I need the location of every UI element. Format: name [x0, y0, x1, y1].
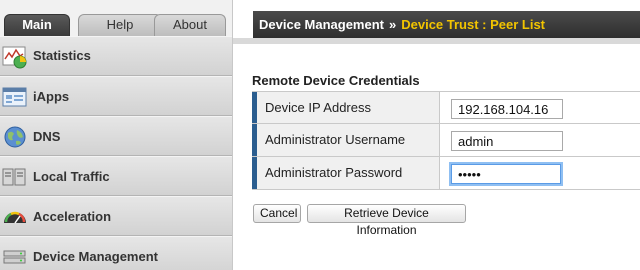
tab-help[interactable]: Help: [78, 14, 162, 36]
breadcrumb-separator: »: [389, 17, 397, 32]
form-title: Remote Device Credentials: [252, 73, 420, 88]
form-row-password: Administrator Password: [252, 157, 640, 190]
nav-item-statistics[interactable]: Statistics: [0, 36, 232, 76]
nav-label: Local Traffic: [33, 169, 110, 184]
content-area: Device Management » Device Trust : Peer Li…: [232, 0, 640, 270]
main-nav: Statistics iApps DNS Local Traffic Accel…: [0, 36, 232, 270]
nav-item-local-traffic[interactable]: Local Traffic: [0, 156, 232, 196]
field-label-ip: Device IP Address: [265, 100, 371, 115]
nav-label: Acceleration: [33, 209, 112, 224]
nav-label: Statistics: [33, 48, 91, 63]
tab-about[interactable]: About: [154, 14, 226, 36]
form-row-ip: Device IP Address: [252, 91, 640, 124]
label-cell: Administrator Username: [257, 124, 440, 156]
field-label-username: Administrator Username: [265, 132, 406, 147]
form-row-username: Administrator Username: [252, 124, 640, 157]
left-panel: Help About Main Statistics iApps DNS Loc…: [0, 0, 232, 270]
tab-main[interactable]: Main: [4, 14, 70, 36]
admin-password-input[interactable]: [451, 164, 561, 184]
nav-label: iApps: [33, 89, 70, 104]
label-cell: Administrator Password: [257, 157, 440, 189]
nav-item-device-management[interactable]: Device Management: [0, 236, 232, 270]
field-label-password: Administrator Password: [265, 165, 403, 180]
nav-label: Device Management: [33, 249, 158, 264]
header-strip: [233, 38, 640, 44]
gauge-icon: [2, 205, 28, 229]
iapps-window-icon: [2, 85, 28, 109]
breadcrumb-current[interactable]: Device Trust : Peer List: [401, 17, 545, 32]
statistics-chart-icon: [2, 45, 28, 69]
breadcrumb: Device Management » Device Trust : Peer Li…: [253, 11, 640, 38]
nav-item-iapps[interactable]: iApps: [0, 76, 232, 116]
credentials-form: Device IP Address Administrator Username…: [252, 91, 640, 190]
retrieve-device-information-button[interactable]: Retrieve Device Information: [307, 204, 466, 237]
breadcrumb-section[interactable]: Device Management: [259, 17, 384, 32]
server-icon: [2, 165, 28, 189]
nav-label: DNS: [33, 129, 61, 144]
device-ip-input[interactable]: [451, 99, 563, 119]
nav-item-acceleration[interactable]: Acceleration: [0, 196, 232, 236]
device-icon: [2, 245, 28, 269]
globe-icon: [2, 125, 28, 149]
nav-item-dns[interactable]: DNS: [0, 116, 232, 156]
admin-username-input[interactable]: [451, 131, 563, 151]
top-tab-bar: Help About Main: [0, 0, 232, 36]
label-cell: Device IP Address: [257, 92, 440, 123]
cancel-button[interactable]: Cancel: [253, 204, 301, 223]
